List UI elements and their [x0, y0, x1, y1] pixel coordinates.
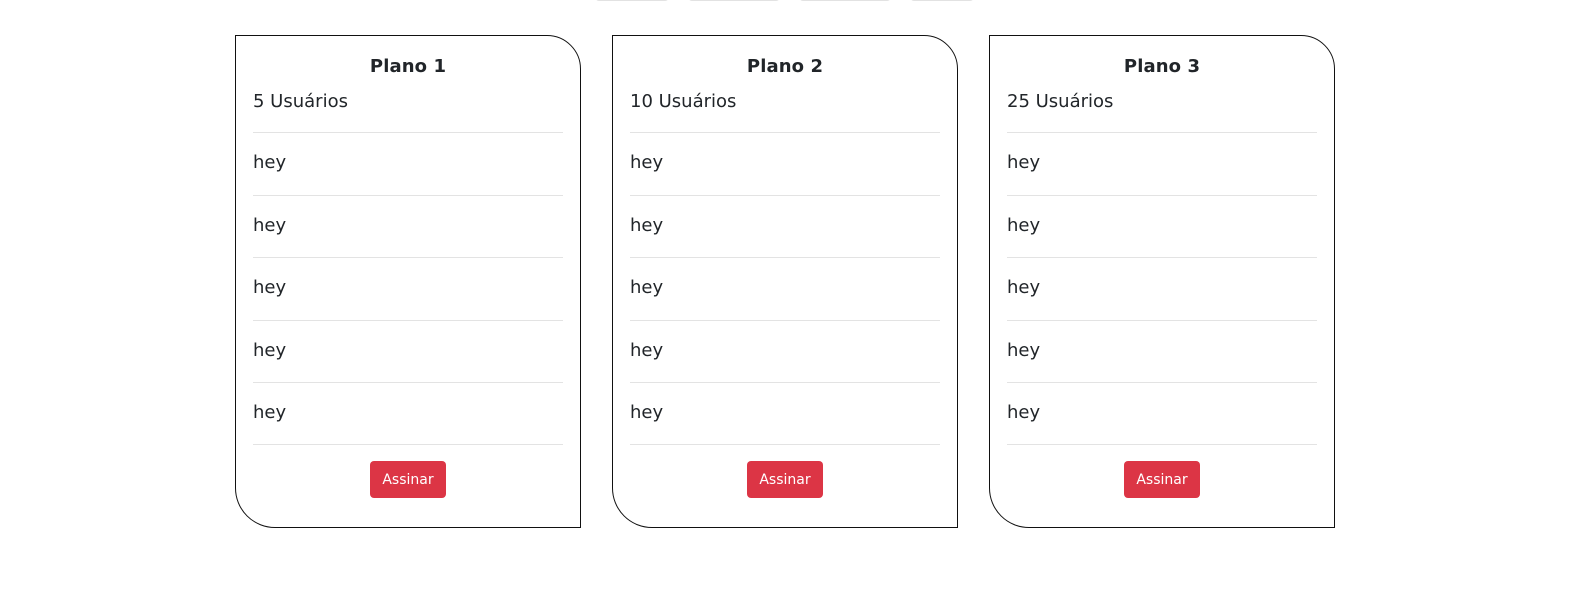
list-item: hey [1007, 257, 1317, 320]
top-tab[interactable] [910, 0, 974, 1]
list-item: hey [253, 194, 563, 258]
plan-title: Plano 1 [369, 56, 447, 77]
plan-card-1: Plano 1 5 Usuários hey hey hey hey hey A… [235, 35, 581, 528]
top-tab[interactable] [799, 0, 891, 1]
plans-container: Plano 1 5 Usuários hey hey hey hey hey A… [235, 35, 1335, 528]
list-item: hey [630, 194, 940, 258]
plan-users: 25 Usuários [1007, 91, 1114, 112]
top-tab[interactable] [688, 0, 780, 1]
plan-card-3: Plano 3 25 Usuários hey hey hey hey hey … [989, 35, 1335, 528]
plan-users: 10 Usuários [630, 91, 737, 112]
list-item: hey [253, 319, 563, 383]
list-item: hey [630, 257, 940, 320]
feature-list: hey hey hey hey hey [1007, 132, 1317, 445]
list-item: hey [1007, 194, 1317, 258]
plan-title: Plano 2 [746, 56, 824, 77]
feature-list: hey hey hey hey hey [253, 132, 563, 445]
subscribe-button-plan-2[interactable]: Assinar [747, 461, 823, 498]
list-item: hey [253, 382, 563, 445]
list-item: hey [253, 257, 563, 320]
list-item: hey [1007, 382, 1317, 445]
list-item: hey [630, 319, 940, 383]
list-item: hey [1007, 132, 1317, 195]
subscribe-button-plan-3[interactable]: Assinar [1124, 461, 1200, 498]
plan-users: 5 Usuários [253, 91, 348, 112]
plan-title: Plano 3 [1123, 56, 1201, 77]
list-item: hey [253, 132, 563, 195]
feature-list: hey hey hey hey hey [630, 132, 940, 445]
list-item: hey [630, 382, 940, 445]
top-tab[interactable] [595, 0, 669, 1]
list-item: hey [1007, 319, 1317, 383]
subscribe-button-plan-1[interactable]: Assinar [370, 461, 446, 498]
plan-card-2: Plano 2 10 Usuários hey hey hey hey hey … [612, 35, 958, 528]
list-item: hey [630, 132, 940, 195]
top-tab-strip [0, 0, 1582, 2]
